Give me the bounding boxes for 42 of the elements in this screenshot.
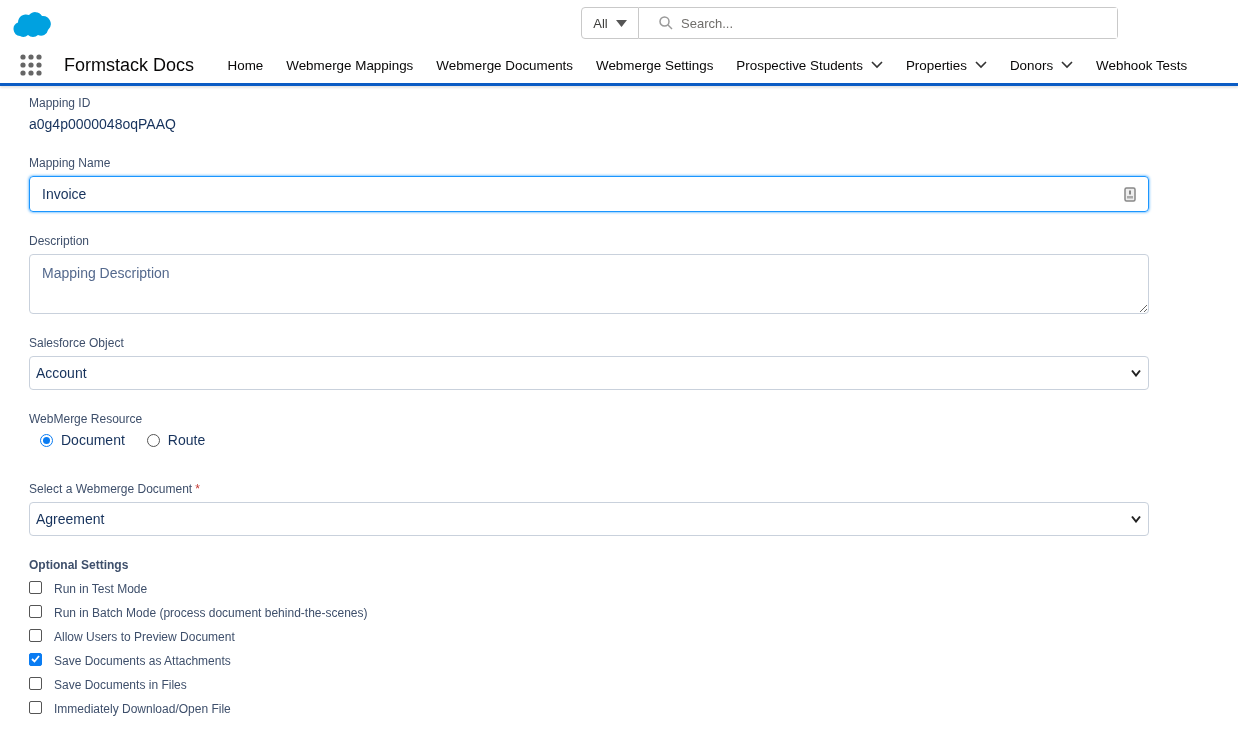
checkbox-option[interactable]: Allow Users to Preview Document <box>29 625 1149 649</box>
app-launcher-icon[interactable] <box>20 54 42 76</box>
field-label: WebMerge Resource <box>29 412 144 426</box>
section-title: Optional Settings <box>29 558 130 572</box>
salesforce-object-select[interactable]: Account <box>29 356 1149 390</box>
caret-down-icon <box>1130 515 1142 523</box>
nav-tab[interactable]: Prospective Students <box>736 57 883 73</box>
checkbox-option[interactable]: Run in Batch Mode (process document behind-the-scenes) <box>29 601 1149 625</box>
nav-tab[interactable]: Webhook Tests <box>1096 57 1188 73</box>
search-field[interactable]: Search... <box>639 7 1118 39</box>
field-label: Mapping ID <box>29 96 92 110</box>
radio-option[interactable]: Document <box>40 432 125 448</box>
search-scope-dropdown[interactable]: All <box>581 7 639 39</box>
chevron-down-icon <box>870 61 883 69</box>
nav-tab[interactable]: Properties <box>905 57 987 73</box>
chevron-down-icon <box>1061 61 1074 69</box>
caret-down-icon <box>1130 369 1142 377</box>
nav-tab[interactable]: Webmerge Documents <box>436 57 573 73</box>
chevron-down-icon <box>974 61 987 69</box>
nav-tab[interactable]: Donors <box>1009 57 1074 73</box>
app-name: Formstack Docs <box>64 54 195 76</box>
field-label: Mapping Name <box>29 156 112 170</box>
checkbox-option[interactable]: Save Documents as Attachments <box>29 649 1149 673</box>
checkbox-option[interactable]: Run in Test Mode <box>29 577 1149 601</box>
nav-tab[interactable]: Webmerge Mappings <box>286 57 414 73</box>
field-label: Select a Webmerge Document <box>29 482 193 496</box>
caret-down-icon <box>615 19 627 27</box>
description-field[interactable]: Mapping Description <box>29 254 1149 314</box>
search-icon <box>659 16 673 30</box>
required-asterisk: * <box>195 482 200 496</box>
nav-tab[interactable]: Home <box>227 57 264 73</box>
field-label: Salesforce Object <box>29 336 125 350</box>
radio-option[interactable]: Route <box>146 432 206 448</box>
nav-tab[interactable]: Webmerge Settings <box>596 57 714 73</box>
field-label: Description <box>29 234 91 248</box>
checkbox-option[interactable]: Save Documents in Files <box>29 673 1149 697</box>
mapping-id-value: a0g4p0000048oqPAAQ <box>29 116 177 132</box>
checkbox-option[interactable]: Immediately Download/Open File <box>29 697 1149 721</box>
mapping-name-field[interactable]: Invoice <box>29 176 1149 212</box>
contact-card-icon <box>1124 186 1136 202</box>
document-select[interactable]: Agreement <box>29 502 1149 536</box>
cloud-logo <box>12 9 54 38</box>
